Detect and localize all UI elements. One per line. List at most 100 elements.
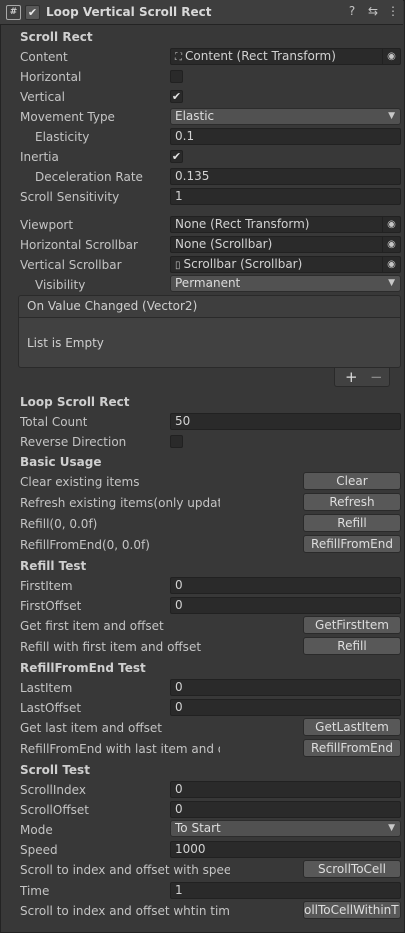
scroll-index-field[interactable]: 0 — [170, 781, 401, 798]
total-count-field[interactable]: 50 — [170, 413, 401, 430]
vertical-scrollbar-label: Vertical Scrollbar — [20, 258, 122, 272]
first-offset-label: FirstOffset — [20, 599, 82, 613]
refill-from-end-label: RefillFromEnd(0, 0.0f) — [20, 538, 150, 552]
viewport-field[interactable]: None (Rect Transform) ◉ — [170, 216, 401, 233]
visibility-value: Permanent — [175, 276, 241, 290]
object-picker-icon[interactable]: ◉ — [382, 237, 400, 252]
content-label: Content — [20, 50, 68, 64]
visibility-label: Visibility — [35, 278, 86, 292]
refill-first-label: Refill with first item and offset — [20, 640, 202, 654]
get-first-label: Get first item and offset — [20, 619, 164, 633]
scroll-offset-field[interactable]: 0 — [170, 801, 401, 818]
chevron-down-icon: ▼ — [388, 111, 395, 121]
scroll-sensitivity-field[interactable]: 1 — [170, 188, 401, 205]
component-title: Loop Vertical Scroll Rect — [46, 5, 212, 19]
horizontal-scrollbar-label: Horizontal Scrollbar — [20, 238, 138, 252]
content-value: Content (Rect Transform) — [185, 49, 336, 63]
object-picker-icon[interactable]: ◉ — [382, 257, 400, 272]
visibility-dropdown[interactable]: Permanent ▼ — [170, 275, 401, 292]
movement-type-dropdown[interactable]: Elastic ▼ — [170, 108, 401, 125]
chevron-down-icon: ▼ — [388, 823, 395, 833]
refill-button[interactable]: Refill — [303, 514, 401, 532]
mode-dropdown[interactable]: To Start ▼ — [170, 820, 401, 837]
scroll-to-cell-button[interactable]: ScrollToCell — [303, 860, 401, 878]
last-offset-field[interactable]: 0 — [170, 699, 401, 716]
speed-label: Speed — [20, 843, 58, 857]
elasticity-label: Elasticity — [35, 130, 90, 144]
section-basic-usage: Basic Usage — [20, 455, 102, 469]
reverse-direction-label: Reverse Direction — [20, 435, 127, 449]
refresh-label: Refresh existing items(only update d — [20, 496, 220, 510]
horizontal-checkbox[interactable] — [170, 70, 183, 83]
refill-label: Refill(0, 0.0f) — [20, 517, 98, 531]
elasticity-field[interactable]: 0.1 — [170, 128, 401, 145]
vertical-scrollbar-field[interactable]: ▯ Scrollbar (Scrollbar) ◉ — [170, 256, 401, 273]
add-listener-button[interactable]: + — [345, 368, 358, 386]
movement-type-value: Elastic — [175, 109, 215, 123]
scrollbar-icon: ▯ — [175, 260, 181, 271]
horizontal-scrollbar-value: None (Scrollbar) — [175, 237, 273, 251]
scroll-with-speed-label: Scroll to index and offset with speed — [20, 863, 230, 877]
movement-type-label: Movement Type — [20, 110, 115, 124]
inertia-label: Inertia — [20, 150, 59, 164]
object-picker-icon[interactable]: ◉ — [382, 217, 400, 232]
last-offset-label: LastOffset — [20, 701, 82, 715]
vertical-label: Vertical — [20, 90, 65, 104]
first-offset-field[interactable]: 0 — [170, 597, 401, 614]
component-header[interactable]: # ✔ Loop Vertical Scroll Rect ? ⇆ ⋮ — [0, 0, 403, 25]
scroll-offset-label: ScrollOffset — [20, 803, 89, 817]
scroll-sensitivity-label: Scroll Sensitivity — [20, 190, 120, 204]
refill-with-first-button[interactable]: Refill — [303, 637, 401, 655]
remove-listener-button[interactable]: − — [370, 368, 383, 386]
deceleration-rate-label: Deceleration Rate — [35, 170, 143, 184]
section-refill-from-end-test: RefillFromEnd Test — [20, 661, 146, 675]
reverse-direction-checkbox[interactable] — [170, 435, 183, 448]
object-picker-icon[interactable]: ◉ — [382, 49, 400, 64]
horizontal-scrollbar-field[interactable]: None (Scrollbar) ◉ — [170, 236, 401, 253]
scroll-within-time-label: Scroll to index and offset whtin time — [20, 904, 230, 918]
scroll-to-cell-within-time-button[interactable]: ollToCellWithinT — [303, 901, 401, 919]
refill-last-label: RefillFromEnd with last item and offs — [20, 742, 220, 756]
mode-value: To Start — [175, 821, 221, 835]
vertical-scrollbar-value: Scrollbar (Scrollbar) — [183, 257, 303, 271]
clear-label: Clear existing items — [20, 475, 140, 489]
refill-from-end-button[interactable]: RefillFromEnd — [303, 535, 401, 553]
viewport-label: Viewport — [20, 218, 74, 232]
clear-button[interactable]: Clear — [303, 472, 401, 490]
viewport-value: None (Rect Transform) — [175, 217, 310, 231]
first-item-label: FirstItem — [20, 579, 73, 593]
chevron-down-icon: ▼ — [388, 278, 395, 288]
horizontal-label: Horizontal — [20, 70, 82, 84]
context-menu-icon[interactable]: ⋮ — [386, 4, 400, 18]
event-footer: + − — [334, 368, 390, 387]
section-scroll-rect: Scroll Rect — [20, 30, 93, 44]
get-last-item-button[interactable]: GetLastItem — [303, 718, 401, 736]
script-icon: # — [6, 5, 21, 20]
deceleration-rate-field[interactable]: 0.135 — [170, 168, 401, 185]
content-field[interactable]: ⛶ Content (Rect Transform) ◉ — [170, 48, 401, 65]
section-loop-scroll-rect: Loop Scroll Rect — [20, 395, 130, 409]
enabled-checkbox[interactable]: ✔ — [25, 5, 40, 20]
inertia-checkbox[interactable]: ✔ — [170, 150, 183, 163]
mode-label: Mode — [20, 823, 53, 837]
event-title: On Value Changed (Vector2) — [27, 299, 198, 313]
presets-icon[interactable]: ⇆ — [366, 4, 380, 18]
get-first-item-button[interactable]: GetFirstItem — [303, 616, 401, 634]
speed-field[interactable]: 1000 — [170, 841, 401, 858]
help-icon[interactable]: ? — [345, 4, 359, 18]
vertical-checkbox[interactable]: ✔ — [170, 90, 183, 103]
section-scroll-test: Scroll Test — [20, 763, 90, 777]
get-last-label: Get last item and offset — [20, 721, 162, 735]
total-count-label: Total Count — [20, 415, 88, 429]
section-refill-test: Refill Test — [20, 559, 87, 573]
refresh-button[interactable]: Refresh — [303, 493, 401, 511]
time-field[interactable]: 1 — [170, 882, 401, 899]
rect-transform-icon: ⛶ — [175, 52, 182, 63]
last-item-label: LastItem — [20, 681, 73, 695]
refill-from-end-with-last-button[interactable]: RefillFromEnd — [303, 739, 401, 757]
time-label: Time — [20, 884, 50, 898]
event-empty-text: List is Empty — [27, 336, 104, 350]
last-item-field[interactable]: 0 — [170, 679, 401, 696]
scroll-index-label: ScrollIndex — [20, 783, 86, 797]
first-item-field[interactable]: 0 — [170, 577, 401, 594]
